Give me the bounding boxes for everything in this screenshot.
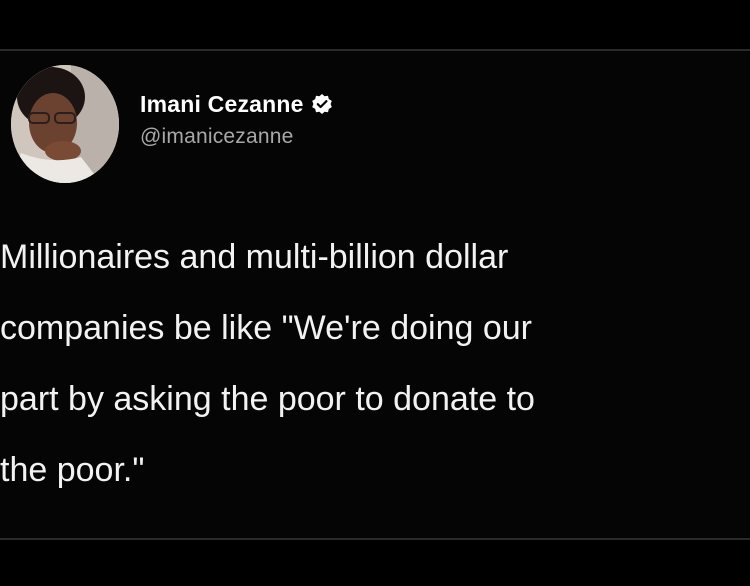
tweet-card: Imani Cezanne @imanicezanne Millionaires… [0, 49, 750, 540]
verified-badge-icon [311, 93, 333, 115]
author-name-row: Imani Cezanne [140, 87, 333, 121]
tweet-author: Imani Cezanne @imanicezanne [140, 87, 333, 149]
author-display-name[interactable]: Imani Cezanne [140, 91, 304, 118]
tweet-text: Millionaires and multi-billion dollar co… [0, 238, 535, 489]
author-handle[interactable]: @imanicezanne [140, 125, 333, 149]
avatar[interactable] [11, 65, 119, 183]
avatar-photo [11, 65, 119, 183]
